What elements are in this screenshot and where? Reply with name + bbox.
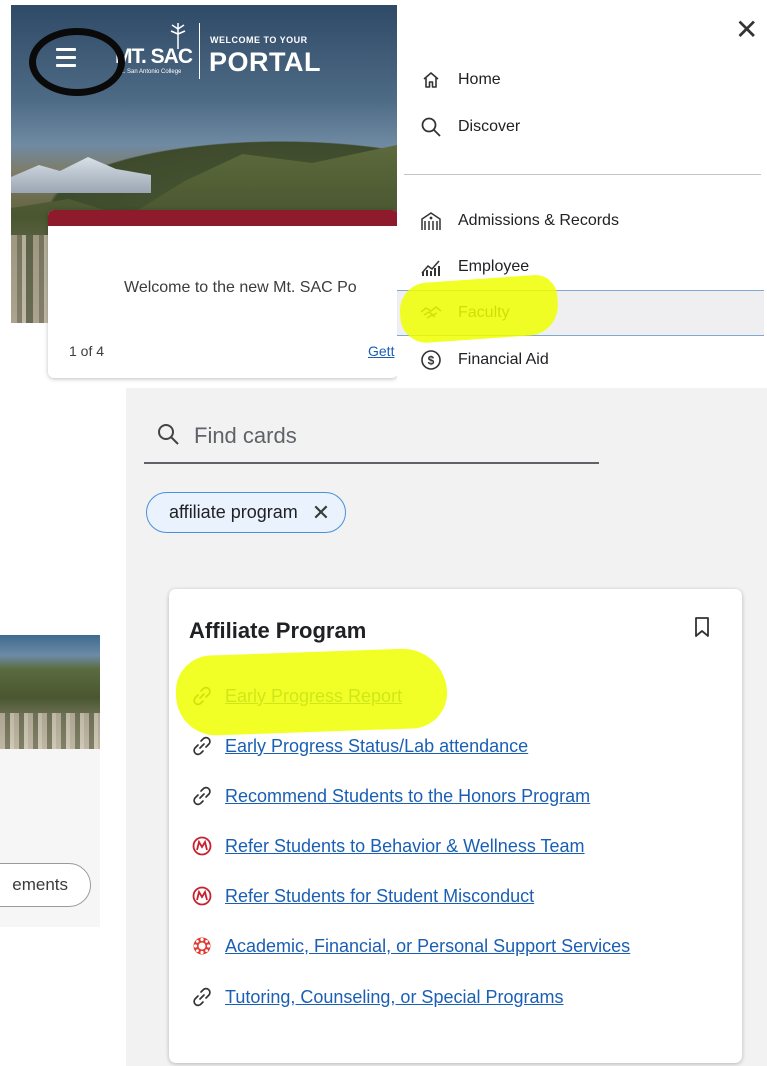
logo-divider	[199, 23, 200, 79]
welcome-big-text: PORTAL	[209, 47, 321, 77]
announcements-button[interactable]: ements	[0, 863, 91, 907]
carousel-message: Welcome to the new Mt. SAC Po	[124, 279, 357, 296]
menu-divider	[404, 174, 761, 175]
affiliate-program-card: Affiliate Program Early Progress Report …	[169, 589, 742, 1063]
card-title: Affiliate Program	[189, 618, 367, 643]
filter-chip-affiliate-program[interactable]: affiliate program ✕	[146, 492, 347, 533]
card-link-early-progress-report[interactable]: Early Progress Report	[191, 681, 402, 711]
link-icon	[191, 686, 213, 706]
chart-icon	[419, 257, 443, 277]
menu-item-label: Financial Aid	[458, 351, 549, 368]
menu-item-label: Employee	[458, 258, 530, 275]
carousel-count: 1 of 4	[69, 343, 105, 359]
menu-item-employee[interactable]: Employee	[397, 244, 764, 290]
carousel-band	[48, 210, 398, 226]
menu-item-discover[interactable]: Discover	[397, 104, 764, 150]
link-label[interactable]: Tutoring, Counseling, or Special Program…	[225, 987, 564, 1008]
maxient-logo-icon	[191, 836, 213, 856]
link-label[interactable]: Early Progress Report	[225, 686, 402, 707]
menu-item-faculty[interactable]: Faculty	[397, 290, 764, 336]
building-icon	[419, 211, 443, 231]
menu-item-label: Home	[458, 71, 501, 88]
close-menu-button[interactable]: ✕	[735, 16, 758, 44]
fragment-image	[0, 635, 100, 749]
find-cards-search[interactable]: Find cards	[144, 410, 599, 464]
dollar-circle-icon: $	[419, 349, 443, 371]
bookmark-icon[interactable]	[694, 616, 710, 638]
link-label[interactable]: Refer Students to Behavior & Wellness Te…	[225, 836, 585, 857]
link-label[interactable]: Early Progress Status/Lab attendance	[225, 736, 528, 757]
card-link-behavior-wellness[interactable]: Refer Students to Behavior & Wellness Te…	[191, 831, 585, 861]
logo-text: MT. SAC	[115, 45, 193, 68]
carousel-link[interactable]: Gett	[368, 343, 394, 359]
svg-text:$: $	[428, 354, 435, 368]
card-link-tutoring-counseling[interactable]: Tutoring, Counseling, or Special Program…	[191, 982, 564, 1012]
portal-fragment: ements	[0, 635, 100, 927]
link-icon	[191, 987, 213, 1007]
welcome-small-text: WELCOME TO YOUR	[210, 35, 308, 45]
handshake-icon	[419, 304, 443, 322]
card-link-student-misconduct[interactable]: Refer Students for Student Misconduct	[191, 881, 534, 911]
chip-label: affiliate program	[169, 502, 298, 522]
home-icon	[419, 70, 443, 90]
announcement-carousel: Welcome to the new Mt. SAC Po 1 of 4 Get…	[48, 210, 398, 378]
support-logo-icon	[191, 936, 213, 956]
card-link-honors-program[interactable]: Recommend Students to the Honors Program	[191, 781, 590, 811]
logo-subtext: Mt. San Antonio College	[117, 69, 182, 75]
card-link-early-progress-status[interactable]: Early Progress Status/Lab attendance	[191, 731, 528, 761]
link-icon	[191, 786, 213, 806]
link-label[interactable]: Recommend Students to the Honors Program	[225, 786, 590, 807]
link-label[interactable]: Academic, Financial, or Personal Support…	[225, 936, 630, 957]
link-label[interactable]: Refer Students for Student Misconduct	[225, 886, 534, 907]
side-menu: ✕ Home Discover Admissions & Records Emp…	[397, 0, 767, 388]
menu-item-financial-aid[interactable]: $ Financial Aid	[397, 337, 764, 383]
menu-item-admissions-records[interactable]: Admissions & Records	[397, 198, 764, 244]
remove-chip-icon[interactable]: ✕	[312, 500, 330, 526]
discover-panel: Find cards affiliate program ✕ Affiliate…	[126, 388, 767, 1066]
search-placeholder: Find cards	[194, 423, 297, 448]
card-link-support-services[interactable]: Academic, Financial, or Personal Support…	[191, 931, 630, 961]
link-icon	[191, 736, 213, 756]
maxient-logo-icon	[191, 886, 213, 906]
search-icon	[156, 422, 180, 451]
hamburger-menu-button[interactable]	[41, 35, 91, 79]
search-icon	[419, 116, 443, 138]
menu-item-home[interactable]: Home	[397, 57, 764, 103]
menu-item-label: Admissions & Records	[458, 212, 619, 229]
menu-item-label: Faculty	[458, 304, 510, 321]
menu-item-label: Discover	[458, 118, 521, 135]
